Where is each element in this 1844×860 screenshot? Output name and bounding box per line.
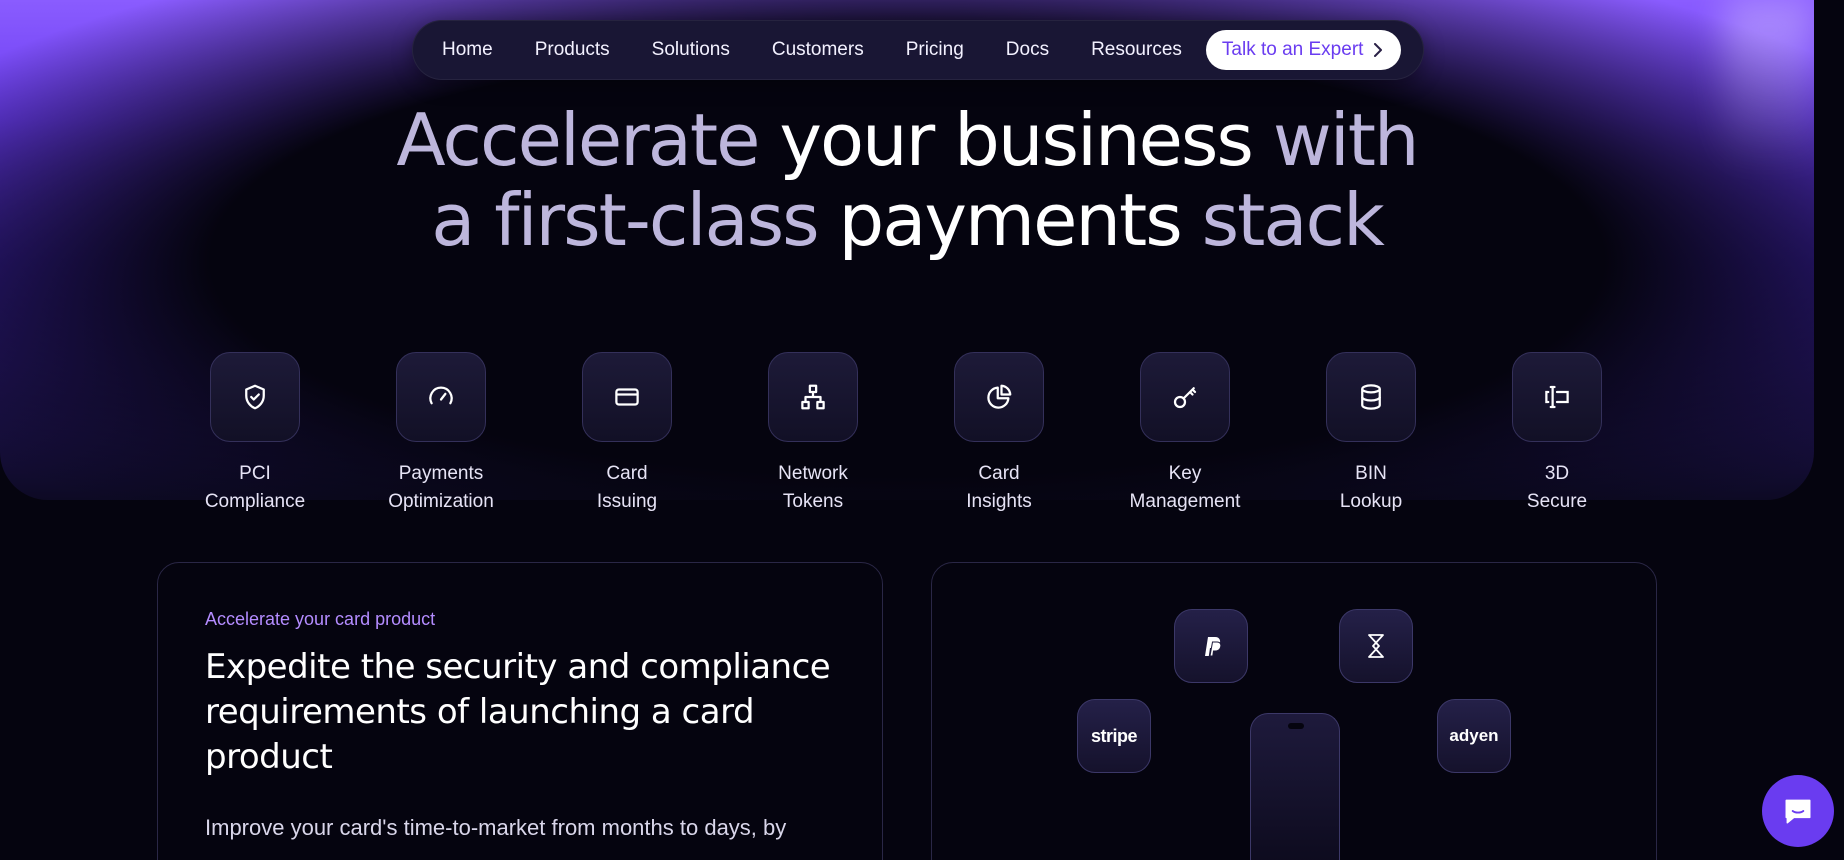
feature-card-issuing[interactable]: Card Issuing bbox=[557, 352, 697, 516]
feature-label-line: Tokens bbox=[782, 491, 844, 512]
headline-line-2: a first-class payments stack bbox=[0, 180, 1814, 260]
stripe-logo: stripe bbox=[1077, 699, 1151, 773]
feature-label-line: Lookup bbox=[1339, 491, 1403, 512]
feature-label: BIN Lookup bbox=[1301, 460, 1441, 516]
feature-bin-lookup[interactable]: BIN Lookup bbox=[1301, 352, 1441, 516]
feature-tile[interactable] bbox=[582, 352, 672, 442]
feature-label: 3D Secure bbox=[1487, 460, 1627, 516]
nav-docs[interactable]: Docs bbox=[1006, 39, 1049, 61]
nav-solutions[interactable]: Solutions bbox=[652, 39, 730, 61]
database-icon bbox=[1361, 384, 1381, 410]
feature-label-line: Card bbox=[978, 463, 1020, 484]
feature-label: Key Management bbox=[1115, 460, 1255, 516]
feature-tile[interactable] bbox=[768, 352, 858, 442]
nav-resources[interactable]: Resources bbox=[1091, 39, 1182, 61]
headline-word-first-class: first-class bbox=[494, 178, 839, 262]
page-edge bbox=[1814, 0, 1844, 860]
headline-word-payments: payments bbox=[838, 178, 1202, 262]
feature-label-line: 3D bbox=[1544, 463, 1570, 484]
hourglass-logo bbox=[1339, 609, 1413, 683]
feature-label-line: Secure bbox=[1526, 491, 1588, 512]
phone-illustration bbox=[1250, 713, 1340, 860]
feature-label-line: Issuing bbox=[596, 491, 658, 512]
stripe-logo-text: stripe bbox=[1090, 725, 1138, 746]
text-cursor-icon bbox=[1545, 385, 1569, 409]
headline-word-accelerate: Accelerate bbox=[396, 98, 780, 182]
feature-label-line: Insights bbox=[966, 491, 1032, 512]
chat-launcher-button[interactable] bbox=[1762, 775, 1834, 847]
feature-tile[interactable] bbox=[1326, 352, 1416, 442]
card-product-title: Expedite the security and compliance req… bbox=[205, 647, 831, 777]
paypal-logo bbox=[1174, 609, 1248, 683]
feature-network-tokens[interactable]: Network Tokens bbox=[743, 352, 883, 516]
feature-list: PCI Compliance Payments Optimization Card I… bbox=[0, 352, 1814, 522]
card-product-section: Accelerate your card product Expedite th… bbox=[157, 562, 883, 860]
feature-label-line: PCI bbox=[239, 463, 271, 484]
talk-to-expert-label: Talk to an Expert bbox=[1221, 39, 1364, 60]
feature-label-line: Key bbox=[1168, 463, 1202, 484]
pie-chart-icon bbox=[987, 384, 1012, 409]
feature-label: PCI Compliance bbox=[185, 460, 325, 516]
feature-payments-optimization[interactable]: Payments Optimization bbox=[371, 352, 511, 516]
feature-tile[interactable] bbox=[396, 352, 486, 442]
top-navigation: Home Products Solutions Customers Pricin… bbox=[412, 20, 1424, 80]
headline-word-stack: stack bbox=[1201, 178, 1385, 262]
chevron-right-icon bbox=[1374, 43, 1383, 57]
adyen-logo: adyen bbox=[1437, 699, 1511, 773]
feature-tile[interactable] bbox=[1512, 352, 1602, 442]
card-product-body: Improve your card's time-to-market from … bbox=[205, 815, 787, 840]
feature-label-line: Compliance bbox=[204, 491, 306, 512]
hero-headline: Accelerate your business with a first-cl… bbox=[0, 100, 1814, 260]
feature-label-line: Optimization bbox=[388, 491, 494, 512]
integrations-section: stripe adyen bbox=[931, 562, 1657, 860]
nav-home[interactable]: Home bbox=[442, 39, 493, 61]
feature-label: Payments Optimization bbox=[371, 460, 511, 516]
feature-label-line: Payments bbox=[398, 463, 484, 484]
headline-word-with: with bbox=[1272, 98, 1420, 182]
feature-label-line: Card bbox=[606, 463, 648, 484]
feature-label: Card Insights bbox=[929, 460, 1069, 516]
feature-label: Network Tokens bbox=[743, 460, 883, 516]
phone-notch bbox=[1288, 723, 1304, 729]
key-icon bbox=[1173, 387, 1197, 409]
credit-card-icon bbox=[615, 388, 639, 406]
nav-products[interactable]: Products bbox=[535, 39, 610, 61]
headline-word-a: a bbox=[431, 178, 495, 262]
headline-word-business: your business bbox=[779, 98, 1273, 182]
nav-customers[interactable]: Customers bbox=[772, 39, 864, 61]
headline-line-1: Accelerate your business with bbox=[0, 100, 1814, 180]
feature-tile[interactable] bbox=[210, 352, 300, 442]
feature-key-management[interactable]: Key Management bbox=[1115, 352, 1255, 516]
paypal-icon bbox=[1205, 637, 1222, 657]
feature-tile[interactable] bbox=[954, 352, 1044, 442]
feature-pci-compliance[interactable]: PCI Compliance bbox=[185, 352, 325, 516]
chat-bubble-icon bbox=[1785, 799, 1811, 824]
adyen-logo-text: adyen bbox=[1449, 726, 1499, 745]
feature-tile[interactable] bbox=[1140, 352, 1230, 442]
feature-label-line: BIN bbox=[1355, 463, 1387, 484]
hourglass-icon bbox=[1368, 634, 1384, 658]
feature-label: Card Issuing bbox=[557, 460, 697, 516]
feature-label-line: Management bbox=[1129, 491, 1241, 512]
talk-to-expert-button[interactable]: Talk to an Expert bbox=[1205, 30, 1402, 70]
network-icon bbox=[801, 384, 825, 410]
card-product-eyebrow: Accelerate your card product bbox=[205, 609, 436, 629]
nav-pricing[interactable]: Pricing bbox=[906, 39, 964, 61]
feature-3d-secure[interactable]: 3D Secure bbox=[1487, 352, 1627, 516]
shield-check-icon bbox=[245, 384, 265, 410]
feature-card-insights[interactable]: Card Insights bbox=[929, 352, 1069, 516]
gauge-icon bbox=[429, 386, 453, 405]
feature-label-line: Network bbox=[778, 463, 848, 484]
